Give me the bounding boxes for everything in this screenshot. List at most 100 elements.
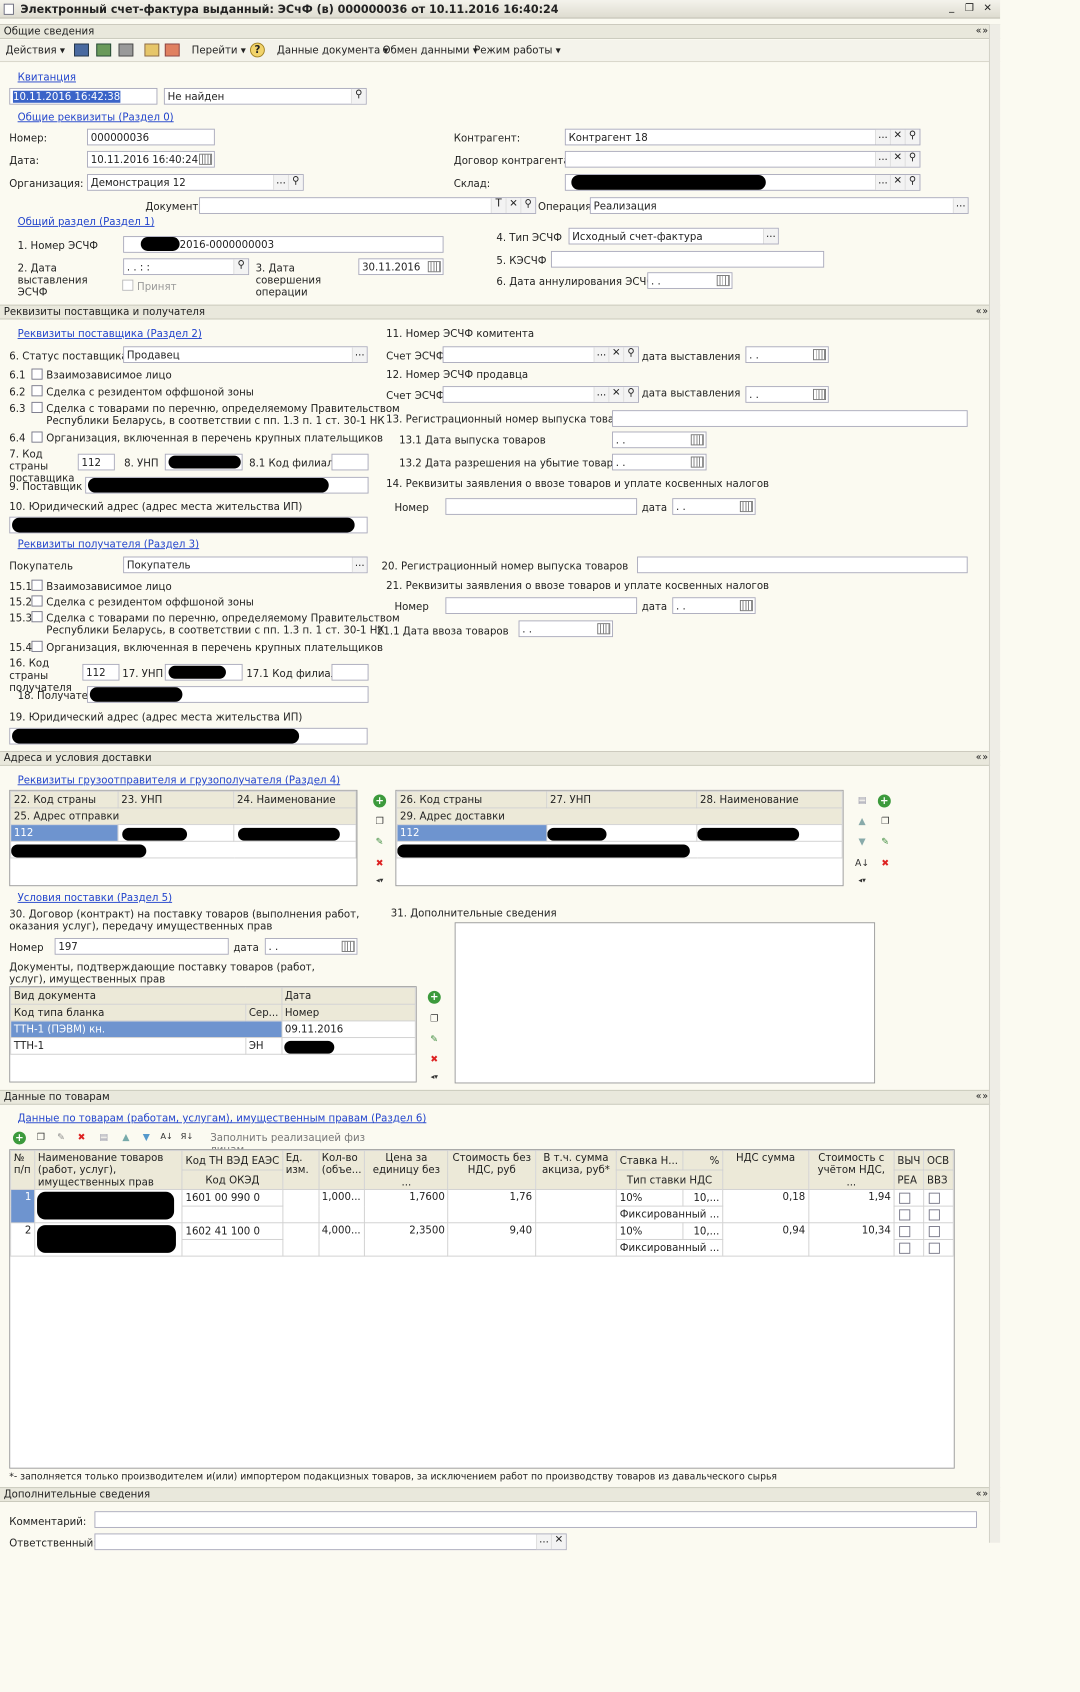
- col-qty[interactable]: Кол-во (объе...: [318, 1150, 366, 1190]
- osv-checkbox[interactable]: [928, 1226, 940, 1238]
- goods-link[interactable]: Данные по товарам (работам, услугам), им…: [18, 1112, 427, 1124]
- table-row[interactable]: ТТН-1 ЭН: [10, 1037, 416, 1055]
- calendar-icon[interactable]: [716, 275, 730, 287]
- col-unp[interactable]: 27. УНП: [546, 790, 698, 809]
- add-icon[interactable]: +: [373, 794, 387, 808]
- receiver-country-cell[interactable]: 112: [396, 824, 548, 842]
- row1-unit[interactable]: [282, 1188, 320, 1224]
- clear-icon[interactable]: ✕: [889, 151, 905, 167]
- col-price[interactable]: Цена за единицу без ...: [364, 1150, 449, 1190]
- sender-name-cell[interactable]: [233, 824, 357, 842]
- row1-pct[interactable]: 10,...: [682, 1188, 724, 1207]
- col-n[interactable]: № п/п: [10, 1150, 36, 1190]
- select-icon[interactable]: ...: [351, 347, 367, 363]
- c151-checkbox[interactable]: [31, 579, 43, 591]
- reg-field[interactable]: [612, 410, 968, 427]
- c154-checkbox[interactable]: [31, 640, 43, 652]
- receiver-unp-cell[interactable]: [546, 824, 698, 842]
- extra-info-field[interactable]: [454, 922, 876, 1084]
- delivery-link[interactable]: Условия поставки (Раздел 5): [18, 892, 173, 904]
- row1-rea[interactable]: [893, 1205, 925, 1224]
- c153-checkbox[interactable]: [31, 611, 43, 623]
- col-country[interactable]: 22. Код страны: [10, 790, 119, 809]
- add-icon[interactable]: +: [427, 990, 441, 1004]
- recipient-country-field[interactable]: 112: [82, 663, 120, 681]
- clear-icon[interactable]: ✕: [608, 347, 624, 363]
- receipt-link[interactable]: Квитанция: [18, 71, 76, 83]
- table-row[interactable]: 112: [396, 824, 843, 842]
- col-tnved[interactable]: Код ТН ВЭД ЕАЭС: [181, 1150, 283, 1171]
- sender-grid[interactable]: 22. Код страны 23. УНП 24. Наименование 25…: [9, 789, 358, 887]
- col-osv[interactable]: ОСВ: [923, 1150, 954, 1171]
- col-country[interactable]: 26. Код страны: [396, 790, 548, 809]
- col-address[interactable]: 25. Адрес отправки: [10, 807, 357, 826]
- vertical-scrollbar[interactable]: [988, 24, 1001, 1543]
- select-icon[interactable]: ...: [273, 175, 288, 190]
- calendar-icon[interactable]: [739, 600, 753, 612]
- table-row[interactable]: [396, 840, 843, 859]
- recipient-address-field[interactable]: [9, 727, 368, 745]
- esf-number-field[interactable]: 2016-0000000003: [123, 236, 444, 253]
- move-up-icon[interactable]: ▲: [855, 815, 870, 830]
- row2-vat[interactable]: 0,94: [722, 1222, 809, 1257]
- select-icon[interactable]: ...: [875, 151, 890, 167]
- row1-price[interactable]: 1,7600: [364, 1188, 449, 1224]
- sender-country-cell[interactable]: 112: [10, 824, 119, 842]
- decl-date-field[interactable]: . .: [672, 498, 756, 515]
- kesch-field[interactable]: [550, 250, 825, 268]
- search-icon[interactable]: ⚲: [520, 198, 536, 213]
- select-icon[interactable]: ...: [593, 387, 609, 402]
- type-icon[interactable]: T: [490, 198, 506, 213]
- table-row[interactable]: ТТН-1 (ПЭВМ) кн. 09.11.2016: [10, 1020, 416, 1039]
- recipient-link[interactable]: Реквизиты получателя (Раздел 3): [18, 538, 199, 550]
- shipping-link[interactable]: Реквизиты грузоотправителя и грузополуча…: [18, 774, 341, 786]
- section-goods[interactable]: Данные по товарам «»▾: [0, 1089, 1001, 1105]
- search-icon[interactable]: ⚲: [904, 151, 920, 167]
- select-icon[interactable]: ...: [875, 175, 890, 190]
- vych-checkbox[interactable]: [899, 1192, 911, 1204]
- seller-inv-field[interactable]: ... ✕ ⚲: [442, 386, 639, 403]
- col-name[interactable]: 24. Наименование: [233, 790, 357, 809]
- document-field[interactable]: T ✕ ⚲: [199, 197, 537, 214]
- post-icon[interactable]: [96, 43, 112, 57]
- row2-price[interactable]: 2,3500: [364, 1222, 449, 1257]
- clear-icon[interactable]: ✕: [889, 175, 905, 190]
- delete-icon[interactable]: [164, 43, 180, 57]
- row2-pct[interactable]: 10,...: [682, 1222, 724, 1240]
- goto-menu[interactable]: Перейти ▾: [192, 44, 246, 56]
- comment-field[interactable]: [94, 1511, 977, 1528]
- row1-excise[interactable]: [534, 1188, 617, 1224]
- col-total[interactable]: Стоимость с учётом НДС, ...: [808, 1150, 895, 1190]
- doc-data-menu[interactable]: Данные документа ▾: [277, 44, 389, 56]
- add-copy-icon[interactable]: ❐: [878, 815, 893, 830]
- c64-checkbox[interactable]: [31, 431, 43, 443]
- warehouse-field[interactable]: ... ✕ ⚲: [564, 174, 921, 191]
- search-icon[interactable]: ⚲: [904, 129, 920, 145]
- sender-unp-cell[interactable]: [117, 824, 235, 842]
- edit-icon[interactable]: ✎: [878, 835, 893, 850]
- clear-icon[interactable]: ✕: [550, 1534, 566, 1550]
- calendar-icon[interactable]: [690, 434, 704, 446]
- select-icon[interactable]: ...: [351, 557, 367, 573]
- edit-icon[interactable]: ✎: [427, 1032, 442, 1047]
- col-doc-date[interactable]: Дата: [281, 987, 416, 1005]
- supplier-country-field[interactable]: 112: [77, 453, 115, 471]
- table-row[interactable]: 1 1601 00 990 0 1,000... 1,7600 1,76 10%…: [10, 1188, 954, 1224]
- seller-date-field[interactable]: . .: [745, 386, 829, 403]
- col-unp[interactable]: 23. УНП: [117, 790, 235, 809]
- row2-unit[interactable]: [282, 1222, 320, 1257]
- contract-num-field[interactable]: 197: [54, 938, 229, 955]
- add-copy-icon[interactable]: ❐: [372, 815, 387, 830]
- goods-grid[interactable]: № п/п Наименование товаров (работ, услуг…: [9, 1149, 955, 1469]
- select-icon[interactable]: ...: [593, 347, 609, 363]
- row1-vvz[interactable]: [923, 1205, 954, 1224]
- c63-checkbox[interactable]: [31, 401, 43, 413]
- row1-vat[interactable]: 0,18: [722, 1188, 809, 1224]
- table-row[interactable]: 112: [10, 824, 357, 842]
- col-pct[interactable]: %: [682, 1150, 724, 1171]
- calendar-icon[interactable]: [427, 261, 441, 273]
- select-icon[interactable]: ...: [763, 228, 778, 244]
- actions-menu[interactable]: Действия ▾: [6, 44, 65, 56]
- accepted-checkbox[interactable]: [122, 279, 134, 291]
- commit-inv-field[interactable]: ... ✕ ⚲: [442, 346, 639, 363]
